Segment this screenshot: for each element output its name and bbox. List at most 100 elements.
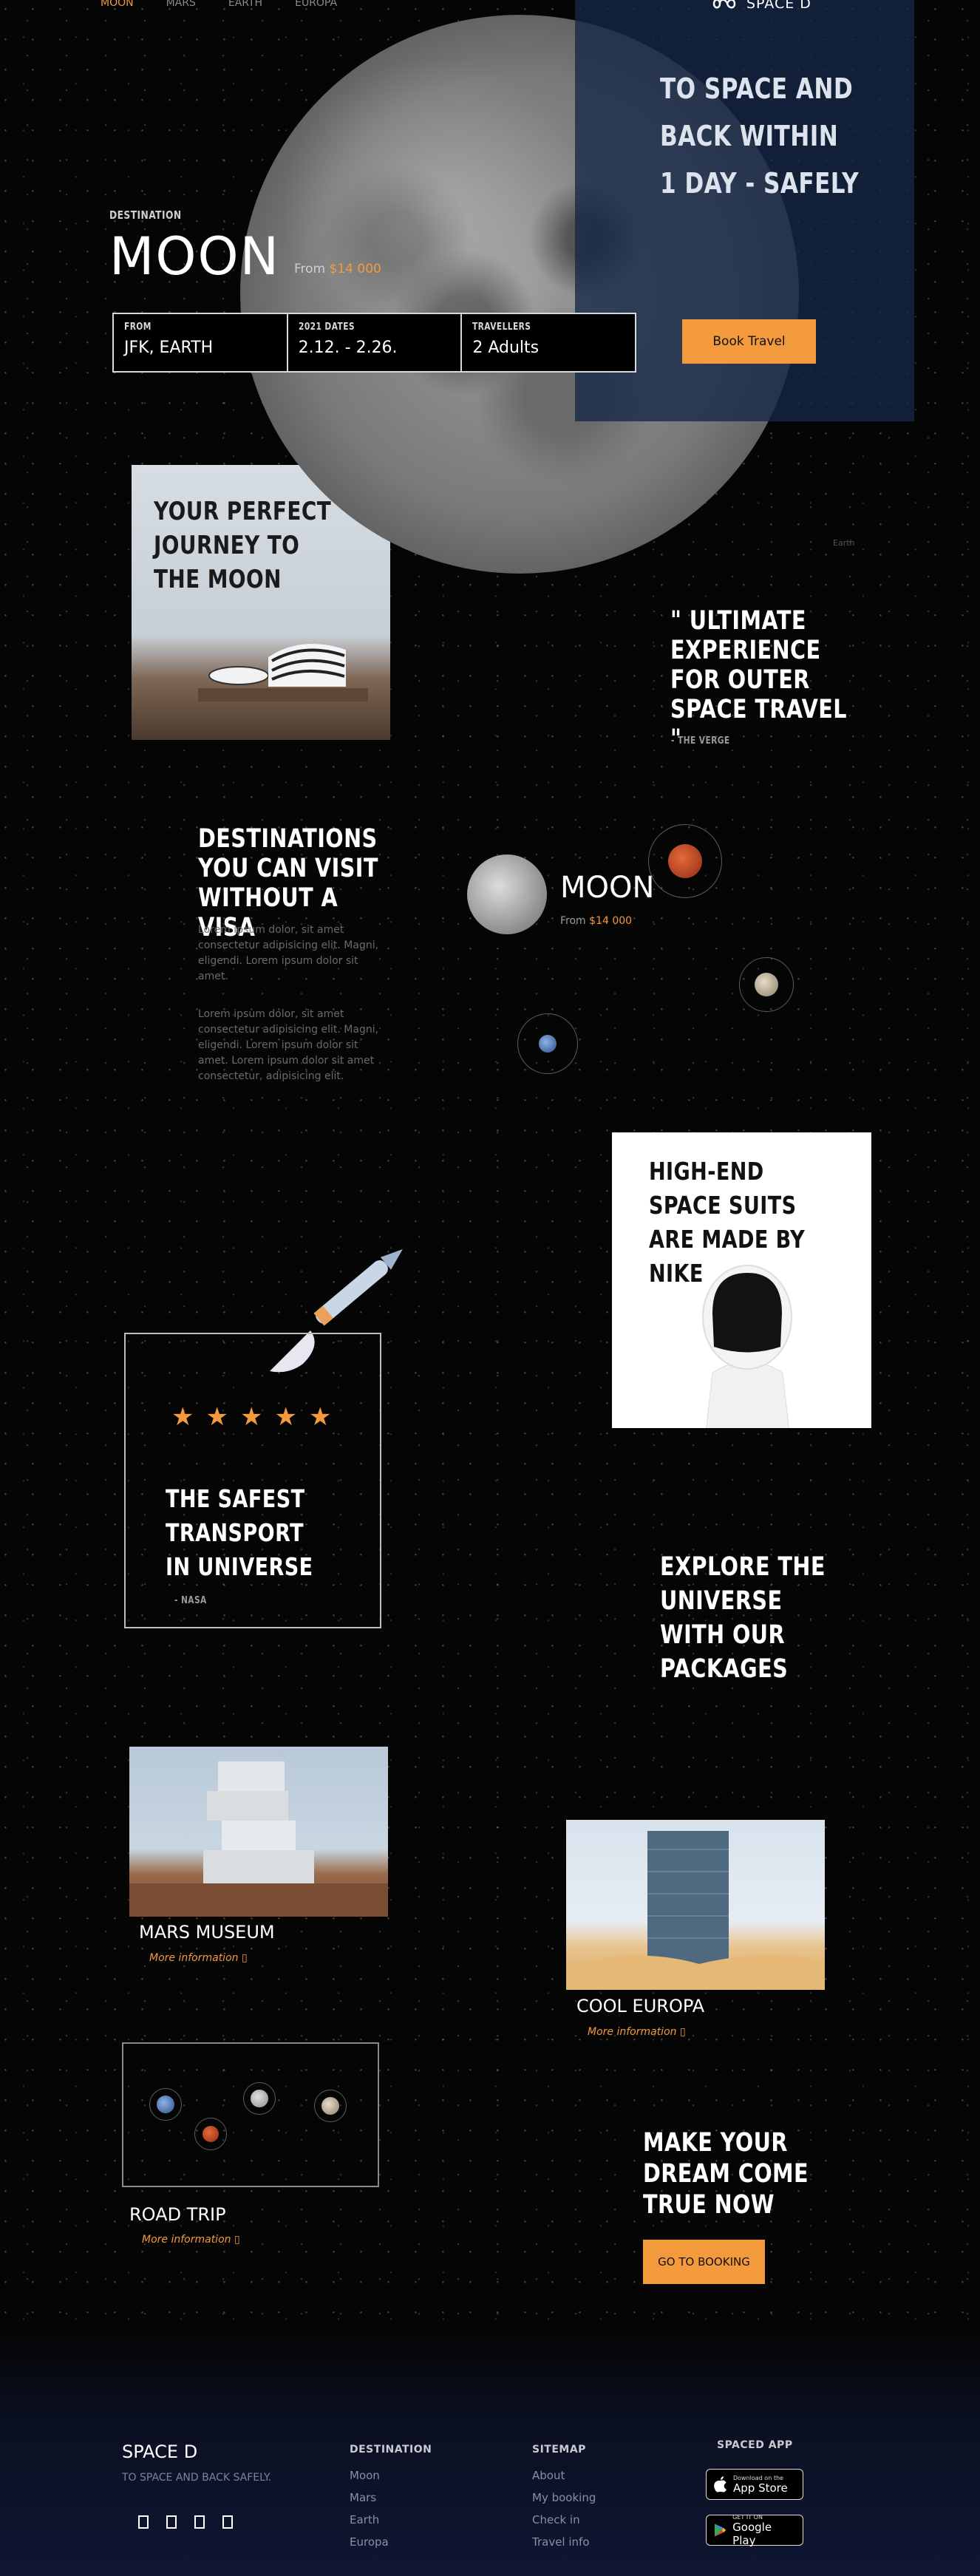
spacesuit-illustration <box>702 1265 792 1428</box>
nike-card: HIGH-END SPACE SUITS ARE MADE BY NIKE <box>612 1132 871 1428</box>
nav-item-earth[interactable]: EARTH <box>228 0 262 9</box>
star-icon: ★ <box>308 1402 332 1432</box>
cool-europa-image[interactable] <box>566 1820 825 1990</box>
journey-title: YOUR PERFECT JOURNEY TO THE MOON <box>154 497 332 594</box>
book-travel-button[interactable]: Book Travel <box>682 319 816 364</box>
nav-item-europa[interactable]: EUROPA <box>295 0 337 9</box>
footer-link[interactable]: Travel info <box>532 2535 590 2549</box>
store-big-text: Google Play <box>732 2520 772 2547</box>
field-label: FROM <box>124 322 152 333</box>
booking-bar: FROM JFK, EARTH 2021 DATES 2.12. - 2.26.… <box>112 313 636 373</box>
booking-dates-field[interactable]: 2021 DATES 2.12. - 2.26. <box>288 314 463 371</box>
booking-from-field[interactable]: FROM JFK, EARTH <box>114 314 288 371</box>
footer-link[interactable]: Earth <box>350 2513 379 2526</box>
package-name: COOL EUROPA <box>576 1996 705 2016</box>
field-label: 2021 DATES <box>298 322 355 333</box>
moon-planet-icon <box>251 2090 268 2107</box>
rating-stars: ★ ★ ★ ★ ★ <box>171 1402 331 1432</box>
cta-title: MAKE YOUR DREAM COME TRUE NOW <box>643 2128 809 2220</box>
more-information-link[interactable]: More information ▯ <box>149 1952 248 1964</box>
mars-planet-icon <box>203 2126 219 2142</box>
brand-name: SPACE D <box>746 0 811 12</box>
package-name: ROAD TRIP <box>129 2204 226 2225</box>
quote-text: " ULTIMATE EXPERIENCE FOR OUTER SPACE TR… <box>670 606 847 754</box>
footer-sitemap-title: SITEMAP <box>532 2444 586 2456</box>
footer-app-title: SPACED APP <box>717 2439 793 2451</box>
hero-claim-line: 1 DAY - SAFELY <box>660 167 860 200</box>
package-name: MARS MUSEUM <box>139 1922 275 1943</box>
star-icon: ★ <box>274 1402 297 1432</box>
footer-brand[interactable]: SPACE D <box>122 2441 197 2462</box>
price-value: $14 000 <box>589 915 633 927</box>
footer-link[interactable]: Moon <box>350 2469 380 2482</box>
app-store-badge[interactable]: Download on the App Store <box>706 2469 803 2500</box>
mars-planet-icon <box>668 844 702 878</box>
moon-orbit <box>243 2082 276 2115</box>
explore-title: EXPLORE THE UNIVERSE WITH OUR PACKAGES <box>660 1552 826 1684</box>
destination-label: DESTINATION <box>109 208 182 222</box>
mars-orbit-button[interactable] <box>648 824 722 898</box>
mars-museum-image[interactable] <box>129 1747 388 1917</box>
google-play-badge[interactable]: GET IT ON Google Play <box>706 2513 803 2547</box>
nav-item-moon[interactable]: MOON <box>101 0 134 9</box>
hero-claim-line: TO SPACE AND <box>660 72 854 105</box>
top-nav: MOON MARS EARTH EUROPA <box>101 0 337 9</box>
footer-destination-title: DESTINATION <box>350 2444 432 2456</box>
safest-source: - NASA <box>174 1595 207 1606</box>
field-value: JFK, EARTH <box>124 339 214 357</box>
europa-orbit <box>314 2090 347 2122</box>
museum-illustration <box>129 1761 388 1917</box>
store-small-text: Download on the <box>733 2474 783 2481</box>
europa-orbit-button[interactable] <box>739 957 794 1012</box>
safest-title: THE SAFEST TRANSPORT IN UNIVERSE <box>166 1484 313 1581</box>
europa-planet-icon <box>321 2097 339 2115</box>
footer-link[interactable]: My booking <box>532 2491 596 2504</box>
moon-planet-image[interactable] <box>467 854 547 934</box>
field-label: TRAVELLERS <box>472 322 531 333</box>
twitter-icon[interactable] <box>166 2515 177 2529</box>
destinations-paragraph: Lorem ipsum dolor, sit amet consectetur … <box>198 1008 379 1082</box>
footer-tagline: TO SPACE AND BACK SAFELY. <box>122 2472 272 2484</box>
more-information-link[interactable]: More information ▯ <box>142 2234 240 2246</box>
europa-planet-icon <box>755 973 778 996</box>
footer-link[interactable]: Mars <box>350 2491 376 2504</box>
go-to-booking-button[interactable]: GO TO BOOKING <box>643 2240 765 2284</box>
mars-orbit <box>194 2118 227 2150</box>
road-trip-card[interactable] <box>122 2042 379 2187</box>
footer-link[interactable]: Check in <box>532 2513 580 2526</box>
field-value: 2.12. - 2.26. <box>298 339 398 357</box>
instagram-icon[interactable] <box>194 2515 205 2529</box>
nav-item-mars[interactable]: MARS <box>166 0 196 9</box>
earth-planet-icon <box>157 2096 174 2113</box>
safest-card: ★ ★ ★ ★ ★ THE SAFEST TRANSPORT IN UNIVER… <box>124 1333 381 1628</box>
booking-travellers-field[interactable]: TRAVELLERS 2 Adults <box>462 314 635 371</box>
earth-orbit <box>149 2088 182 2121</box>
earth-orbit-button[interactable] <box>517 1013 578 1074</box>
tower-illustration <box>566 1831 825 1990</box>
store-small-text: GET IT ON <box>732 2513 763 2521</box>
facebook-icon[interactable] <box>138 2515 149 2529</box>
footer-link[interactable]: Europa <box>350 2535 389 2549</box>
infinity-icon <box>712 0 736 9</box>
earth-image-broken: Earth <box>833 538 855 548</box>
from-label: From <box>560 915 586 927</box>
destination-title: MOON <box>109 226 280 287</box>
brand-logo[interactable]: SPACE D <box>710 0 980 12</box>
social-links <box>138 2515 233 2529</box>
star-icon: ★ <box>205 1402 228 1432</box>
featured-destination-price: From $14 000 <box>560 915 632 927</box>
earth-planet-icon <box>539 1035 557 1053</box>
field-value: 2 Adults <box>472 339 540 357</box>
destinations-paragraph: Lorem ipsum dolor, sit amet consectetur … <box>198 924 379 982</box>
youtube-icon[interactable] <box>222 2515 233 2529</box>
star-icon: ★ <box>171 1402 194 1432</box>
store-big-text: App Store <box>733 2481 788 2495</box>
hero-claim-line: BACK WITHIN <box>660 120 839 152</box>
price-value: $14 000 <box>329 262 381 276</box>
footer-link[interactable]: About <box>532 2469 565 2482</box>
more-information-link[interactable]: More information ▯ <box>588 2026 686 2038</box>
hero-price: From $14 000 <box>294 262 381 276</box>
building-illustration <box>198 644 368 701</box>
featured-destination-name: MOON <box>560 871 655 905</box>
quote-source: - THE VERGE <box>671 735 730 747</box>
